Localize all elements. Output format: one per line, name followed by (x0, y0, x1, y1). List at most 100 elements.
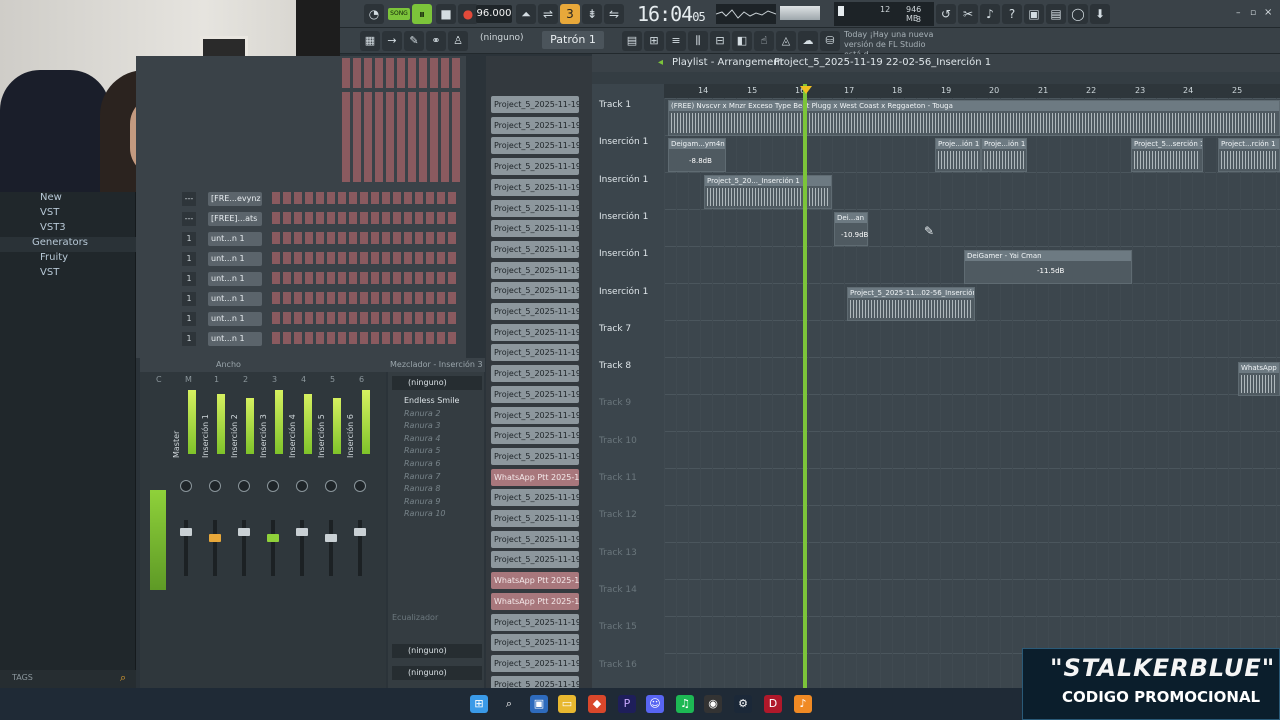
pattern-item[interactable]: Project_5_2025-11-19 2... (491, 386, 579, 403)
rack-row[interactable]: 1 unt...n 1 (140, 311, 462, 327)
pattern-item[interactable]: Project_5_2025-11-19 2... (491, 427, 579, 444)
record-mode-icon[interactable]: ◬ (776, 31, 796, 51)
news-hint[interactable]: Today ¡Hay una nueva versión de FL Studi… (844, 30, 944, 59)
clip-3[interactable]: Proje...ión 1 (981, 138, 1027, 172)
save-icon[interactable]: ▣ (1024, 4, 1044, 24)
browser-icon[interactable]: ⊟ (710, 31, 730, 51)
rack-row[interactable]: 1 unt...n 1 (140, 271, 462, 287)
pattern-item[interactable]: Project_5_2025-11-19 2... (491, 448, 579, 465)
pattern-item[interactable]: Project_5_2025-11-19 2... (491, 324, 579, 341)
spotify-icon[interactable]: ♫ (676, 695, 694, 713)
rack-step-buttons[interactable] (272, 292, 458, 304)
store-icon[interactable]: ⛁ (820, 31, 840, 51)
pattern-selector[interactable]: Patrón 1 (542, 31, 604, 49)
mixer-strip-label[interactable]: Inserción 4 (288, 392, 298, 458)
cut-icon[interactable]: ✂ (958, 4, 978, 24)
track-label[interactable]: Inserción 1 (597, 249, 663, 285)
piano-roll-icon[interactable]: ⊞ (644, 31, 664, 51)
track-label[interactable]: Track 11 (597, 473, 663, 509)
mixer-fader[interactable] (238, 528, 250, 536)
mixer-slot[interactable]: Ranura 5 (396, 446, 482, 458)
slots-preset[interactable]: (ninguno) (392, 376, 482, 390)
mixer-strip-label[interactable]: Inserción 1 (201, 392, 211, 458)
cloud-icon[interactable]: ☁ (798, 31, 818, 51)
mixer-pan-knob[interactable] (354, 480, 366, 492)
tool-count-icon[interactable]: 3 (560, 4, 580, 24)
metronome-button[interactable]: ◔ (364, 4, 384, 24)
clip-1[interactable]: Deigam...ym4n -8.8dB (668, 138, 726, 172)
mixer-slot[interactable]: Ranura 9 (396, 497, 482, 509)
output-selector-2[interactable]: (ninguno) (392, 666, 482, 680)
rack-step-buttons[interactable] (272, 232, 458, 244)
premiere-icon[interactable]: P (618, 695, 636, 713)
rack-channel-name[interactable]: [FRE...evynz (208, 192, 262, 206)
piano-icon[interactable]: ▦ (360, 31, 380, 51)
rack-row-number[interactable]: --- (182, 192, 196, 206)
render-icon[interactable]: ▤ (1046, 4, 1066, 24)
explorer-icon[interactable]: ▭ (558, 695, 576, 713)
mic-icon[interactable]: ♪ (980, 4, 1000, 24)
mixer-fader[interactable] (296, 528, 308, 536)
rack-row[interactable]: 1 unt...n 1 (140, 251, 462, 267)
pattern-item[interactable]: Project_5_2025-11-19 2... (491, 510, 579, 527)
browser-item[interactable]: Fruity (0, 252, 136, 267)
rack-step-buttons[interactable] (272, 252, 458, 264)
clip-4[interactable]: Project_5...serción 1 (1131, 138, 1203, 172)
mixer-slot[interactable]: Ranura 8 (396, 484, 482, 496)
rack-row-number[interactable]: 1 (182, 252, 196, 266)
rack-step-buttons[interactable] (272, 192, 458, 204)
stamp-icon[interactable]: ♙ (448, 31, 468, 51)
track-label[interactable]: Track 8 (597, 361, 663, 397)
mixer-slot[interactable]: Ranura 7 (396, 472, 482, 484)
app-dzl-icon[interactable]: D (764, 695, 782, 713)
mixer-pan-knob[interactable] (209, 480, 221, 492)
mixer-fader[interactable] (180, 528, 192, 536)
plugin-icon[interactable]: ◧ (732, 31, 752, 51)
mixer-pan-knob[interactable] (180, 480, 192, 492)
track-label[interactable]: Track 7 (597, 324, 663, 360)
rack-row[interactable]: 1 unt...n 1 (140, 291, 462, 307)
playhead-marker-icon[interactable] (800, 86, 812, 94)
pattern-item[interactable]: Project_5_2025-11-19 2... (491, 614, 579, 631)
pattern-item[interactable]: Project_5_2025-11-19 2... (491, 262, 579, 279)
mixer-icon[interactable]: ⫼ (688, 31, 708, 51)
mixer-slot[interactable]: Ranura 4 (396, 434, 482, 446)
pattern-item[interactable]: WhatsApp Ptt 2025-1... (491, 593, 579, 610)
rack-channel-name[interactable]: unt...n 1 (208, 252, 262, 266)
pattern-item[interactable]: Project_5_2025-11-19 2... (491, 489, 579, 506)
track-label[interactable]: Track 10 (597, 436, 663, 472)
mixer-fader[interactable] (209, 534, 221, 542)
obs-icon[interactable]: ◉ (704, 695, 722, 713)
rack-row[interactable]: --- [FRE...evynz (140, 191, 462, 207)
rack-row-number[interactable]: 1 (182, 232, 196, 246)
pattern-item[interactable]: Project_5_2025-11-19 2... (491, 137, 579, 154)
rack-channel-name[interactable]: [FREE]...ats (208, 212, 262, 226)
mixer-fader[interactable] (354, 528, 366, 536)
pattern-item[interactable]: Project_5_2025-11-19 2... (491, 551, 579, 568)
steam-icon[interactable]: ⚙ (734, 695, 752, 713)
track-label[interactable]: Track 13 (597, 548, 663, 584)
rack-channel-name[interactable]: unt...n 1 (208, 292, 262, 306)
mixer-strip-label[interactable]: Inserción 6 (346, 392, 356, 458)
tool-loop-icon[interactable]: ⇌ (538, 4, 558, 24)
chat-icon[interactable]: ◯ (1068, 4, 1088, 24)
rack-step-buttons[interactable] (272, 332, 458, 344)
pattern-item[interactable]: WhatsApp Ptt 2025-11-... (491, 469, 579, 486)
track-label[interactable]: Inserción 1 (597, 175, 663, 211)
maximize-icon[interactable]: ▫ (1250, 8, 1260, 18)
rack-step-buttons[interactable] (272, 212, 458, 224)
tool-snap-icon[interactable]: ⏶ (516, 4, 536, 24)
undo-icon[interactable]: ↺ (936, 4, 956, 24)
mixer-strip-label[interactable]: Inserción 5 (317, 392, 327, 458)
rack-step-buttons[interactable] (272, 312, 458, 324)
pattern-item[interactable]: Project_5_2025-11-19 2... (491, 200, 579, 217)
download-icon[interactable]: ⬇ (1090, 4, 1110, 24)
tool-blend-icon[interactable]: ⇋ (604, 4, 624, 24)
pattern-item[interactable]: Project_5_2025-11-19 2... (491, 241, 579, 258)
playlist-icon[interactable]: ▤ (622, 31, 642, 51)
track-label[interactable]: Track 14 (597, 585, 663, 621)
rack-step-buttons[interactable] (272, 272, 458, 284)
browser-item[interactable]: New (0, 192, 136, 207)
clip-6[interactable]: Project_5_20..._Inserción 1 (704, 175, 832, 209)
clip-8[interactable]: DeiGamer - Yai Cman -11.5dB (964, 250, 1132, 284)
